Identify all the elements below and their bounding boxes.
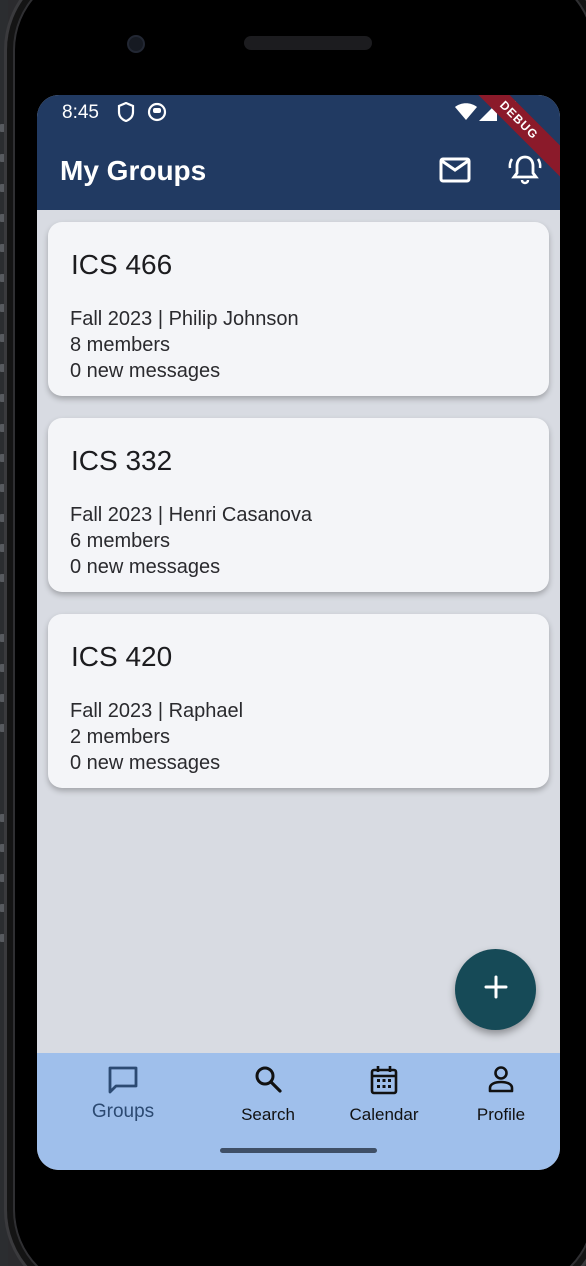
- group-term-instructor: Fall 2023 | Henri Casanova: [70, 504, 312, 526]
- nav-label-calendar: Calendar: [349, 1105, 419, 1124]
- home-indicator[interactable]: [220, 1148, 377, 1153]
- plus-icon: [484, 975, 508, 1004]
- group-term-instructor: Fall 2023 | Philip Johnson: [70, 308, 299, 330]
- nav-item-groups[interactable]: Groups: [83, 1053, 163, 1143]
- group-card-ics-420[interactable]: ICS 420 Fall 2023 | Raphael 2 members 0 …: [48, 614, 549, 788]
- group-members: 8 members: [70, 334, 171, 356]
- group-members: 2 members: [70, 726, 171, 748]
- group-title: ICS 420: [71, 641, 173, 672]
- person-icon: [487, 1065, 515, 1098]
- notifications-active-icon: [508, 154, 542, 191]
- nav-label-groups: Groups: [91, 1101, 155, 1122]
- wifi-icon: [455, 103, 477, 126]
- search-icon: [254, 1065, 282, 1098]
- messages-button[interactable]: [433, 150, 477, 194]
- calendar-icon: [370, 1065, 398, 1100]
- group-members: 6 members: [70, 530, 171, 552]
- mail-icon: [439, 157, 471, 188]
- group-title: ICS 466: [71, 249, 173, 280]
- chat-icon: [107, 1065, 139, 1100]
- app-status-icon: [147, 102, 167, 127]
- group-messages: 0 new messages: [70, 752, 221, 774]
- nav-label-profile: Profile: [476, 1105, 526, 1124]
- group-list: ICS 466 Fall 2023 | Philip Johnson 8 mem…: [48, 222, 549, 810]
- group-card-ics-466[interactable]: ICS 466 Fall 2023 | Philip Johnson 8 mem…: [48, 222, 549, 396]
- nav-item-profile[interactable]: Profile: [461, 1053, 541, 1143]
- group-title: ICS 332: [71, 445, 173, 476]
- status-time: 8:45: [62, 102, 99, 123]
- group-messages: 0 new messages: [70, 556, 221, 578]
- nav-item-search[interactable]: Search: [228, 1053, 308, 1143]
- bottom-navigation: Groups Search Calendar Profile: [37, 1053, 560, 1170]
- status-bar: 8:45 DEBUG: [37, 95, 560, 181]
- page-title: My Groups: [60, 155, 207, 186]
- shield-status-icon: [117, 101, 135, 127]
- app-screen: 8:45 DEBUG My Groups ICS 466 Fall 2023 |…: [37, 95, 560, 1170]
- group-card-ics-332[interactable]: ICS 332 Fall 2023 | Henri Casanova 6 mem…: [48, 418, 549, 592]
- add-group-button[interactable]: [455, 949, 536, 1030]
- front-camera: [127, 35, 145, 53]
- notifications-button[interactable]: [503, 150, 547, 194]
- nav-item-calendar[interactable]: Calendar: [344, 1053, 424, 1143]
- group-term-instructor: Fall 2023 | Raphael: [70, 700, 244, 722]
- earpiece-speaker: [244, 36, 372, 50]
- app-bar: 8:45 DEBUG My Groups: [37, 95, 560, 210]
- nav-label-search: Search: [241, 1105, 295, 1124]
- group-messages: 0 new messages: [70, 360, 221, 382]
